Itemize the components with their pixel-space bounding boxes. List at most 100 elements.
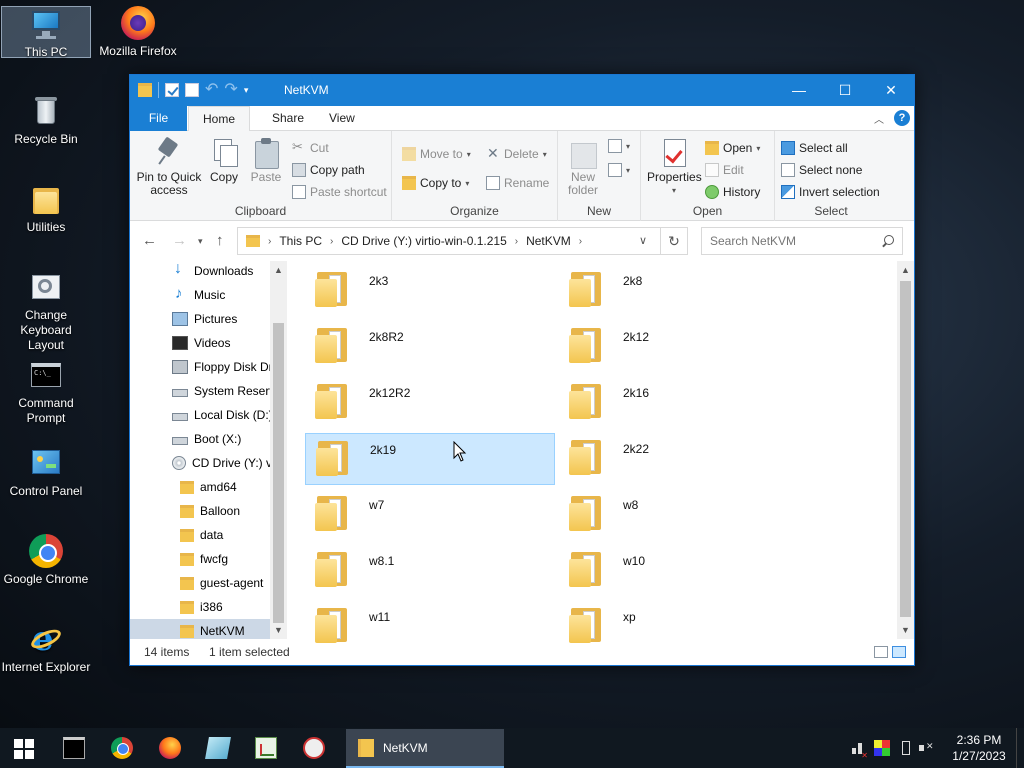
collapse-ribbon-icon[interactable]: ︿ bbox=[874, 111, 884, 126]
desktop-icon-recycle-bin[interactable]: Recycle Bin bbox=[1, 94, 91, 147]
chevron-right-icon[interactable]: › bbox=[330, 236, 333, 247]
folder-tile[interactable]: 2k12 bbox=[559, 321, 809, 373]
folder-tile[interactable]: w8 bbox=[559, 489, 809, 541]
nav-item[interactable]: Pictures bbox=[130, 307, 270, 331]
nav-scrollbar[interactable]: ▲ ▼ bbox=[270, 261, 287, 639]
title-bar[interactable]: ↶ ↷ ▾ NetKVM — ☐ ✕ bbox=[130, 75, 914, 106]
up-icon[interactable]: ↑ bbox=[216, 232, 224, 249]
scroll-down-icon[interactable]: ▼ bbox=[274, 625, 283, 635]
scroll-up-icon[interactable]: ▲ bbox=[274, 265, 283, 275]
nav-item[interactable]: System Reserved bbox=[130, 379, 270, 403]
nav-item[interactable]: Boot (X:) bbox=[130, 427, 270, 451]
paste-shortcut-button[interactable]: Paste shortcut bbox=[292, 183, 387, 201]
minimize-button[interactable]: — bbox=[776, 75, 822, 106]
open-button[interactable]: Open ▾ bbox=[705, 139, 760, 157]
nav-item[interactable]: CD Drive (Y:) virtio-win-0.1.215 bbox=[130, 451, 270, 475]
tab-share[interactable]: Share bbox=[258, 106, 318, 131]
nav-item[interactable]: amd64 bbox=[130, 475, 270, 499]
tab-view[interactable]: View bbox=[315, 106, 369, 131]
undo-icon[interactable]: ↶ bbox=[205, 82, 218, 98]
nav-item[interactable]: fwcfg bbox=[130, 547, 270, 571]
taskbar-command-prompt[interactable] bbox=[50, 728, 98, 768]
chevron-right-icon[interactable]: › bbox=[515, 236, 518, 247]
desktop-icon-control-panel[interactable]: Control Panel bbox=[1, 446, 91, 499]
tab-home[interactable]: Home bbox=[188, 106, 251, 132]
nav-item[interactable]: data bbox=[130, 523, 270, 547]
start-button[interactable] bbox=[0, 728, 48, 768]
folder-tile[interactable]: 2k8 bbox=[559, 265, 809, 317]
taskbar-firefox[interactable] bbox=[146, 728, 194, 768]
back-icon[interactable]: ← bbox=[142, 232, 157, 249]
folder-tile[interactable]: 2k3 bbox=[305, 265, 555, 317]
copy-to-button[interactable]: Copy to ▾ bbox=[402, 174, 469, 192]
new-item-button[interactable]: ▾ bbox=[608, 137, 630, 155]
nav-item[interactable]: Balloon bbox=[130, 499, 270, 523]
cut-button[interactable]: Cut bbox=[292, 139, 329, 157]
delete-button[interactable]: Delete ▾ bbox=[486, 145, 547, 163]
scroll-up-icon[interactable]: ▲ bbox=[901, 265, 910, 275]
refresh-button[interactable]: ↻ bbox=[660, 227, 688, 255]
copy-path-button[interactable]: Copy path bbox=[292, 161, 365, 179]
details-view-icon[interactable] bbox=[874, 646, 888, 658]
new-folder-icon[interactable] bbox=[185, 83, 199, 97]
paste-button[interactable]: Paste bbox=[248, 137, 284, 184]
folder-tile[interactable]: w10 bbox=[559, 545, 809, 597]
scroll-down-icon[interactable]: ▼ bbox=[901, 625, 910, 635]
content-scrollbar[interactable]: ▲ ▼ bbox=[897, 261, 914, 639]
edit-button[interactable]: Edit bbox=[705, 161, 744, 179]
select-none-button[interactable]: Select none bbox=[781, 161, 862, 179]
nav-item[interactable]: Local Disk (D:) bbox=[130, 403, 270, 427]
forward-icon[interactable]: → bbox=[172, 232, 187, 249]
tab-file[interactable]: File bbox=[130, 106, 187, 131]
folder-tile[interactable]: 2k8R2 bbox=[305, 321, 555, 373]
folder-tile[interactable]: w8.1 bbox=[305, 545, 555, 597]
desktop-icon-command-prompt[interactable]: C:\_ Command Prompt bbox=[1, 358, 91, 426]
chevron-right-icon[interactable]: › bbox=[579, 236, 582, 247]
scrollbar-thumb[interactable] bbox=[273, 323, 284, 623]
breadcrumb-this-pc[interactable]: This PC bbox=[279, 234, 322, 248]
chevron-down-icon[interactable]: ▾ bbox=[244, 85, 249, 96]
chevron-down-icon[interactable]: ∨ bbox=[639, 234, 647, 247]
taskbar-chrome[interactable] bbox=[98, 728, 146, 768]
nav-item[interactable]: Videos bbox=[130, 331, 270, 355]
properties-button[interactable]: Properties ▾ bbox=[647, 137, 702, 197]
breadcrumb-netkvm[interactable]: NetKVM bbox=[526, 234, 571, 248]
network-disconnected-icon[interactable] bbox=[850, 740, 868, 760]
taskbar-explorer-netkvm[interactable]: NetKVM bbox=[346, 729, 504, 768]
color-tray-icon[interactable] bbox=[874, 740, 890, 756]
select-all-button[interactable]: Select all bbox=[781, 139, 848, 157]
recent-locations-icon[interactable]: ▾ bbox=[198, 236, 203, 247]
close-button[interactable]: ✕ bbox=[868, 75, 914, 106]
search-input[interactable] bbox=[710, 234, 870, 248]
nav-item[interactable]: Floppy Disk Drive (A:) bbox=[130, 355, 270, 379]
scrollbar-thumb[interactable] bbox=[900, 281, 911, 617]
clock[interactable]: 2:36 PM 1/27/2023 bbox=[942, 732, 1016, 764]
nav-item[interactable]: guest-agent bbox=[130, 571, 270, 595]
folder-tile[interactable]: 2k19 bbox=[305, 433, 555, 485]
history-button[interactable]: History bbox=[705, 183, 760, 201]
usb-icon[interactable] bbox=[902, 741, 910, 755]
maximize-button[interactable]: ☐ bbox=[822, 75, 868, 106]
nav-item[interactable]: NetKVM bbox=[130, 619, 270, 639]
desktop-icon-internet-explorer[interactable]: e Internet Explorer bbox=[1, 622, 91, 675]
folder-tile[interactable]: w7 bbox=[305, 489, 555, 541]
address-bar[interactable]: › This PC › CD Drive (Y:) virtio-win-0.1… bbox=[237, 227, 688, 255]
search-box[interactable] bbox=[701, 227, 903, 255]
easy-access-button[interactable]: ▾ bbox=[608, 161, 630, 179]
large-icons-view-icon[interactable] bbox=[892, 646, 906, 658]
nav-item[interactable]: Music bbox=[130, 283, 270, 307]
desktop-icon-this-pc[interactable]: This PC bbox=[1, 6, 91, 59]
pin-quick-access-button[interactable]: Pin to Quick access bbox=[136, 137, 202, 197]
folder-tile[interactable]: 2k12R2 bbox=[305, 377, 555, 429]
redo-icon[interactable]: ↷ bbox=[224, 82, 237, 98]
taskbar-chart-app[interactable] bbox=[242, 728, 290, 768]
folder-tile[interactable]: 2k22 bbox=[559, 433, 809, 485]
breadcrumb-cd-drive[interactable]: CD Drive (Y:) virtio-win-0.1.215 bbox=[341, 234, 506, 248]
help-icon[interactable]: ? bbox=[894, 110, 910, 126]
new-folder-button[interactable]: New folder bbox=[564, 137, 602, 197]
volume-muted-icon[interactable] bbox=[918, 740, 934, 756]
taskbar-notes[interactable] bbox=[194, 728, 242, 768]
folder-tile[interactable]: 2k16 bbox=[559, 377, 809, 429]
copy-button[interactable]: Copy bbox=[208, 137, 240, 184]
desktop-icon-chrome[interactable]: Google Chrome bbox=[1, 534, 91, 587]
